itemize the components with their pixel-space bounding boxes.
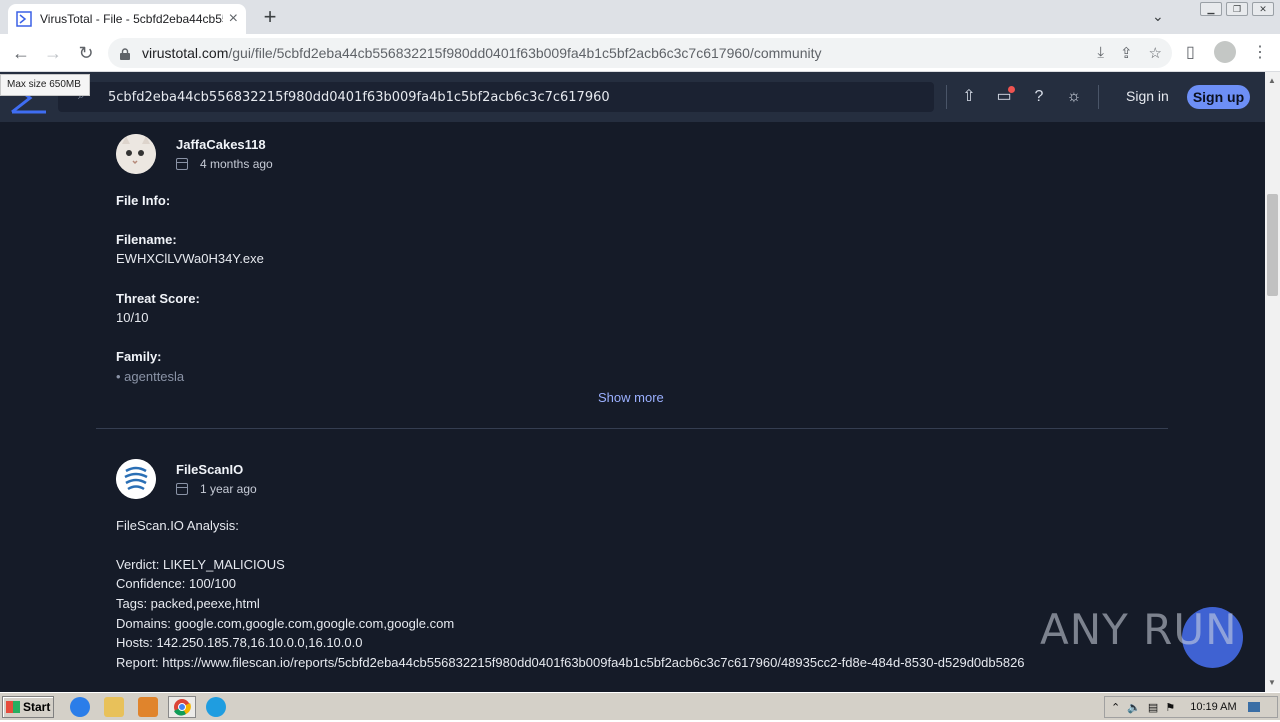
upload-size-tooltip: Max size 650MB: [0, 74, 90, 96]
comment-line: Verdict: LIKELY_MALICIOUS: [116, 557, 285, 572]
media-player-icon[interactable]: [138, 697, 158, 717]
clock: 10:19 AM: [1190, 701, 1237, 713]
comment-line: Family:: [116, 349, 162, 364]
comment-date: 4 months ago: [176, 157, 273, 171]
comment-line: FileScan.IO Analysis:: [116, 518, 239, 533]
restore-button[interactable]: ❐: [1226, 2, 1248, 16]
show-more-link[interactable]: Show more: [598, 390, 664, 405]
side-panel-icon[interactable]: ▯: [1186, 42, 1195, 62]
help-icon[interactable]: ?: [1028, 86, 1050, 108]
scroll-thumb[interactable]: [1267, 194, 1278, 296]
theme-toggle-sun-icon[interactable]: ☼: [1063, 86, 1085, 108]
comment-author[interactable]: JaffaCakes118: [176, 137, 266, 152]
comment-line: 10/10: [116, 310, 149, 325]
comment-line: Hosts: 142.250.185.78,16.10.0.0,16.10.0.…: [116, 635, 363, 650]
anyrun-watermark: ANY RUN: [1040, 605, 1243, 668]
bookmark-star-icon[interactable]: ☆: [1149, 44, 1162, 62]
comment-line: Report: https://www.filescan.io/reports/…: [116, 655, 1025, 670]
comment-time: 1 year ago: [200, 482, 257, 496]
windows-logo-icon: [6, 701, 20, 713]
lock-icon: [120, 47, 130, 60]
upload-icon[interactable]: ⇧: [958, 86, 980, 108]
comment-line: EWHXClLVWa0H34Y.exe: [116, 251, 264, 266]
show-desktop-icon[interactable]: [1247, 702, 1260, 712]
tab-title: VirusTotal - File - 5cbfd2eba44cb556: [40, 12, 223, 26]
scroll-down-arrow-icon[interactable]: ▼: [1268, 678, 1276, 687]
volume-icon[interactable]: 🔈: [1127, 701, 1141, 714]
notifications-chat-icon[interactable]: ▭: [993, 86, 1015, 108]
comment-divider: [96, 428, 1168, 429]
window-controls: ▁ ❐ ✕: [1200, 2, 1274, 16]
comment-line: File Info:: [116, 193, 171, 208]
browser-menu-icon[interactable]: ⋮: [1252, 42, 1268, 62]
tab-close-icon[interactable]: ×: [229, 11, 238, 27]
comment-line: Threat Score:: [116, 291, 200, 306]
comment-line: Confidence: 100/100: [116, 576, 236, 591]
back-arrow-icon[interactable]: ←: [10, 42, 32, 64]
url-host: virustotal.com: [142, 45, 229, 61]
reload-icon[interactable]: ↻: [75, 42, 97, 64]
comment-line: Domains: google.com,google.com,google.co…: [116, 616, 455, 631]
scroll-up-arrow-icon[interactable]: ▲: [1268, 76, 1276, 85]
forward-arrow-icon[interactable]: →: [42, 42, 64, 64]
search-input[interactable]: ⌕ 5cbfd2eba44cb556832215f980dd0401f63b00…: [58, 82, 934, 112]
tab-search-chevron-icon[interactable]: ⌄: [1152, 8, 1164, 25]
watermark-text: ANY RUN: [1040, 605, 1238, 654]
install-app-icon[interactable]: ⤓: [1097, 44, 1104, 62]
system-tray: ⌃ 🔈 ▤ ⚑ 10:19 AM: [1104, 696, 1278, 718]
comment-author[interactable]: FileScanIO: [176, 462, 243, 477]
signup-button[interactable]: Sign up: [1187, 85, 1250, 109]
comment-date: 1 year ago: [176, 482, 257, 496]
comment-line: Tags: packed,peexe,html: [116, 596, 260, 611]
share-icon[interactable]: ⇪: [1120, 44, 1133, 62]
browser-toolbar: ← → ↻ virustotal.com/gui/file/5cbfd2eba4…: [0, 34, 1280, 72]
calendar-icon: [176, 483, 188, 495]
file-explorer-icon[interactable]: [104, 697, 124, 717]
tab-strip: VirusTotal - File - 5cbfd2eba44cb556 × +…: [0, 0, 1280, 34]
minimize-button[interactable]: ▁: [1200, 2, 1222, 16]
signin-link[interactable]: Sign in: [1126, 88, 1169, 104]
comment-line: • agenttesla: [116, 369, 185, 384]
tray-expand-icon[interactable]: ⌃: [1111, 701, 1120, 714]
flag-icon[interactable]: ⚑: [1165, 701, 1175, 714]
browser-tab[interactable]: VirusTotal - File - 5cbfd2eba44cb556 ×: [8, 4, 246, 34]
url-path: /gui/file/5cbfd2eba44cb556832215f980dd04…: [228, 45, 822, 61]
start-button[interactable]: Start: [2, 696, 54, 718]
calendar-icon: [176, 158, 188, 170]
profile-avatar-icon[interactable]: [1214, 41, 1236, 63]
edge-icon[interactable]: [206, 697, 226, 717]
header-divider: [1098, 85, 1099, 109]
network-icon[interactable]: ▤: [1148, 701, 1158, 714]
user-avatar: [116, 134, 156, 174]
page-scrollbar[interactable]: ▲ ▼: [1265, 72, 1280, 692]
start-label: Start: [23, 700, 51, 714]
internet-explorer-icon[interactable]: [70, 697, 90, 717]
address-bar[interactable]: virustotal.com/gui/file/5cbfd2eba44cb556…: [108, 38, 1172, 68]
search-value: 5cbfd2eba44cb556832215f980dd0401f63b009f…: [108, 89, 610, 105]
header-divider: [946, 85, 947, 109]
windows-taskbar: Start ⌃ 🔈 ▤ ⚑ 10:19 AM: [0, 692, 1280, 720]
virustotal-header: ⌕ 5cbfd2eba44cb556832215f980dd0401f63b00…: [0, 72, 1265, 122]
virustotal-favicon-icon: [16, 11, 32, 27]
chrome-taskbar-button[interactable]: [168, 696, 196, 718]
comment-line: Filename:: [116, 232, 177, 247]
user-avatar: [116, 459, 156, 499]
comment-time: 4 months ago: [200, 157, 273, 171]
close-window-button[interactable]: ✕: [1252, 2, 1274, 16]
new-tab-button[interactable]: +: [258, 6, 282, 30]
